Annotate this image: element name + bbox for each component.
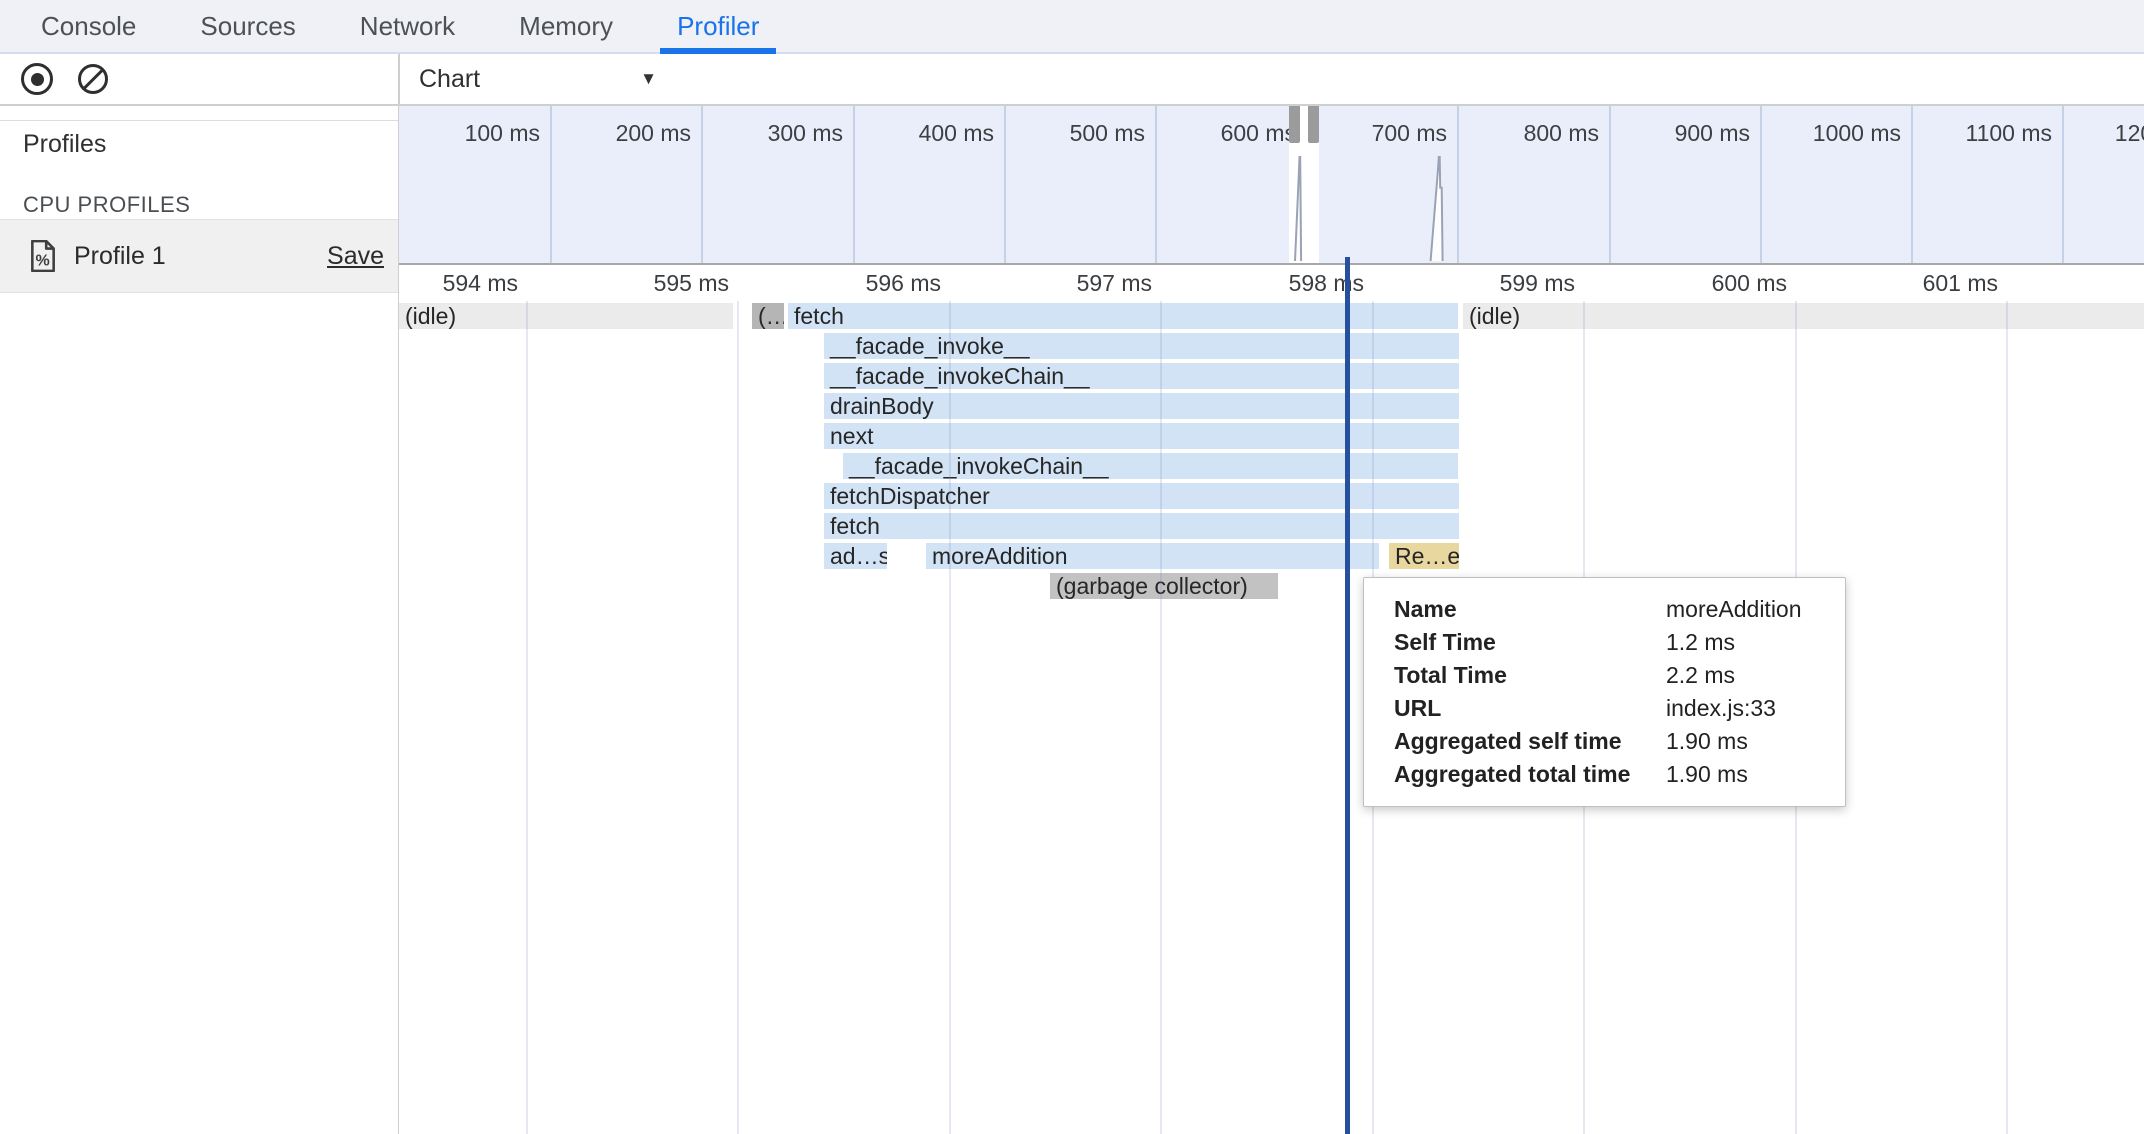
flame-bar-facade-invoke[interactable]: __facade_invoke__ [824,333,1459,359]
flame-ruler-label: 599 ms [1405,270,1575,297]
profile-document-icon: % [30,240,56,272]
flame-bar-bar[interactable]: (… [752,303,784,329]
clear-profiles-button[interactable] [76,62,110,96]
tooltip-row: NamemoreAddition [1394,593,1827,626]
tooltip-row: Aggregated total time1.90 ms [1394,758,1827,791]
tooltip-label: Total Time [1394,662,1666,689]
profile-name: Profile 1 [74,242,166,271]
flame-bar-next[interactable]: next [824,423,1459,449]
clear-icon [78,64,108,94]
sidebar-divider [0,120,398,121]
summary-tooltip: NamemoreAdditionSelf Time1.2 msTotal Tim… [1363,577,1846,807]
overview-timeline[interactable]: 100 ms200 ms300 ms400 ms500 ms600 ms700 … [399,106,2144,263]
flame-bar-moreaddition[interactable]: moreAddition [926,543,1379,569]
selection-handle-right[interactable] [1308,106,1319,143]
tooltip-label: URL [1394,695,1666,722]
flame-ruler-label: 594 ms [399,270,518,297]
profiler-toolbar: Chart ▼ [0,54,2144,106]
cpu-activity-spikes [399,106,2144,263]
flame-grid-line [2006,301,2008,1134]
record-icon [21,63,53,95]
tooltip-value: 1.90 ms [1666,761,1827,788]
flame-bar-fetchdispatcher[interactable]: fetchDispatcher [824,483,1459,509]
selection-handle-left[interactable] [1289,106,1300,143]
tooltip-label: Aggregated total time [1394,761,1666,788]
sidebar-heading: Profiles [23,130,106,159]
devtools-tab-bar: Console Sources Network Memory Profiler [0,0,2144,54]
tooltip-value: moreAddition [1666,596,1827,623]
tooltip-row: URLindex.js:33 [1394,692,1827,725]
flame-ruler-label: 597 ms [982,270,1152,297]
flame-ruler-label: 600 ms [1617,270,1787,297]
tooltip-value: 2.2 ms [1666,662,1827,689]
flame-bar-idle[interactable]: (idle) [399,303,733,329]
flame-bar-fetch[interactable]: fetch [824,513,1459,539]
tooltip-label: Self Time [1394,629,1666,656]
tooltip-value: index.js:33 [1666,695,1827,722]
flame-ruler-label: 601 ms [1828,270,1998,297]
tab-network[interactable]: Network [343,0,472,52]
tooltip-row: Aggregated self time1.90 ms [1394,725,1827,758]
flame-grid-line [1160,301,1162,1134]
tab-memory[interactable]: Memory [502,0,630,52]
flame-bar-fetch[interactable]: fetch [788,303,1458,329]
chevron-down-icon: ▼ [640,69,657,89]
save-profile-link[interactable]: Save [327,242,384,271]
flame-grid-line [949,301,951,1134]
flame-bar-idle[interactable]: (idle) [1463,303,2144,329]
tooltip-value: 1.90 ms [1666,728,1827,755]
tooltip-value: 1.2 ms [1666,629,1827,656]
tab-sources[interactable]: Sources [183,0,312,52]
devtools-window: Console Sources Network Memory Profiler Char… [0,0,2144,1134]
flame-bar-ad-s[interactable]: ad…s [824,543,887,569]
profiles-sidebar: Profiles CPU PROFILES % Profile 1 Save [0,106,398,1134]
profiler-controls [0,54,398,104]
record-profile-button[interactable] [20,62,54,96]
tooltip-label: Name [1394,596,1666,623]
svg-text:%: % [36,253,50,270]
playhead-line[interactable] [1345,257,1350,1134]
flame-chart[interactable]: 594 ms 595 ms 596 ms 597 ms 598 ms 599 ms 600 … [399,265,2144,1134]
tab-console[interactable]: Console [24,0,153,52]
flame-ruler-label: 596 ms [771,270,941,297]
flame-grid-line [737,301,739,1134]
flame-bar-facade-invokechain[interactable]: __facade_invokeChain__ [843,453,1458,479]
flame-ruler-label: 595 ms [559,270,729,297]
tooltip-row: Total Time2.2 ms [1394,659,1827,692]
flame-grid-line [526,301,528,1134]
tab-profiler[interactable]: Profiler [660,0,776,52]
sidebar-item-profile-1[interactable]: % Profile 1 Save [0,219,398,293]
flame-bar-garbage-collector[interactable]: (garbage collector) [1050,573,1278,599]
flame-bar-re-e[interactable]: Re…e [1389,543,1459,569]
tooltip-label: Aggregated self time [1394,728,1666,755]
flame-bar-drainbody[interactable]: drainBody [824,393,1459,419]
tooltip-row: Self Time1.2 ms [1394,626,1827,659]
flame-bar-facade-invokechain[interactable]: __facade_invokeChain__ [824,363,1459,389]
cpu-profiles-section-label: CPU PROFILES [23,192,190,218]
flame-ruler-label: 598 ms [1194,270,1364,297]
profile-view-select[interactable]: Chart ▼ [419,54,657,104]
profile-view-select-value: Chart [419,65,480,94]
